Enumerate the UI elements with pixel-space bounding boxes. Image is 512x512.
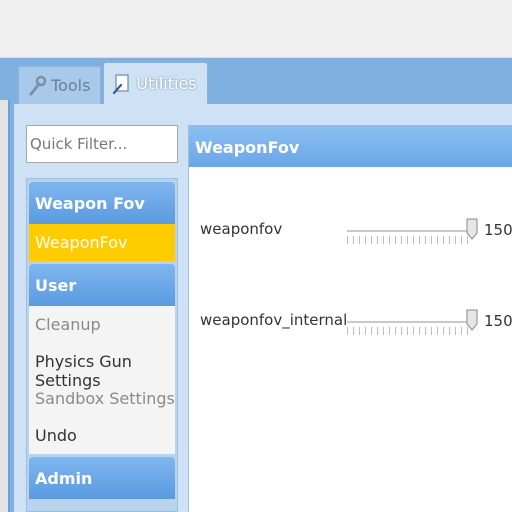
wrench-icon bbox=[29, 75, 47, 95]
slider-row-weaponfov-internal: weaponfov_internal 150 bbox=[189, 301, 512, 341]
list-item-weaponfov[interactable]: WeaponFov bbox=[29, 224, 175, 261]
category-header-weapon-fov[interactable]: Weapon Fov bbox=[29, 182, 175, 224]
slider-value[interactable]: 150 bbox=[484, 221, 512, 239]
slider-thumb[interactable] bbox=[466, 309, 478, 331]
slider-track[interactable] bbox=[347, 321, 477, 323]
slider-track[interactable] bbox=[347, 230, 477, 232]
quick-filter-input[interactable]: Quick Filter... bbox=[26, 125, 178, 163]
tab-utilities-label: Utilities bbox=[136, 74, 197, 93]
window-top-bar bbox=[0, 0, 512, 58]
content-title: WeaponFov bbox=[189, 125, 512, 167]
slider-label: weaponfov bbox=[200, 220, 283, 238]
category-header-user[interactable]: User bbox=[29, 264, 175, 306]
slider-ticks bbox=[347, 236, 471, 244]
tab-utilities[interactable]: Utilities bbox=[103, 62, 208, 104]
slider-row-weaponfov: weaponfov 150 bbox=[189, 210, 512, 250]
category-list: Weapon Fov WeaponFov User Cleanup Physic… bbox=[26, 178, 178, 512]
list-item-cleanup[interactable]: Cleanup bbox=[29, 306, 175, 343]
list-item-undo[interactable]: Undo bbox=[29, 417, 175, 454]
settings-content: WeaponFov weaponfov 150 weaponfov_intern… bbox=[188, 125, 512, 512]
slider-ticks bbox=[347, 327, 471, 335]
tab-tools[interactable]: Tools bbox=[18, 66, 102, 104]
left-panel-edge bbox=[0, 100, 10, 512]
slider-value[interactable]: 150 bbox=[484, 312, 512, 330]
tab-bar: Tools Utilities bbox=[18, 62, 210, 104]
tab-tools-label: Tools bbox=[51, 76, 91, 95]
slider-label: weaponfov_internal bbox=[200, 311, 348, 329]
page-icon bbox=[113, 73, 130, 94]
slider-thumb[interactable] bbox=[466, 218, 478, 240]
category-header-admin[interactable]: Admin bbox=[29, 457, 175, 499]
list-item-physics-gun-settings[interactable]: Physics Gun Settings bbox=[29, 343, 175, 390]
